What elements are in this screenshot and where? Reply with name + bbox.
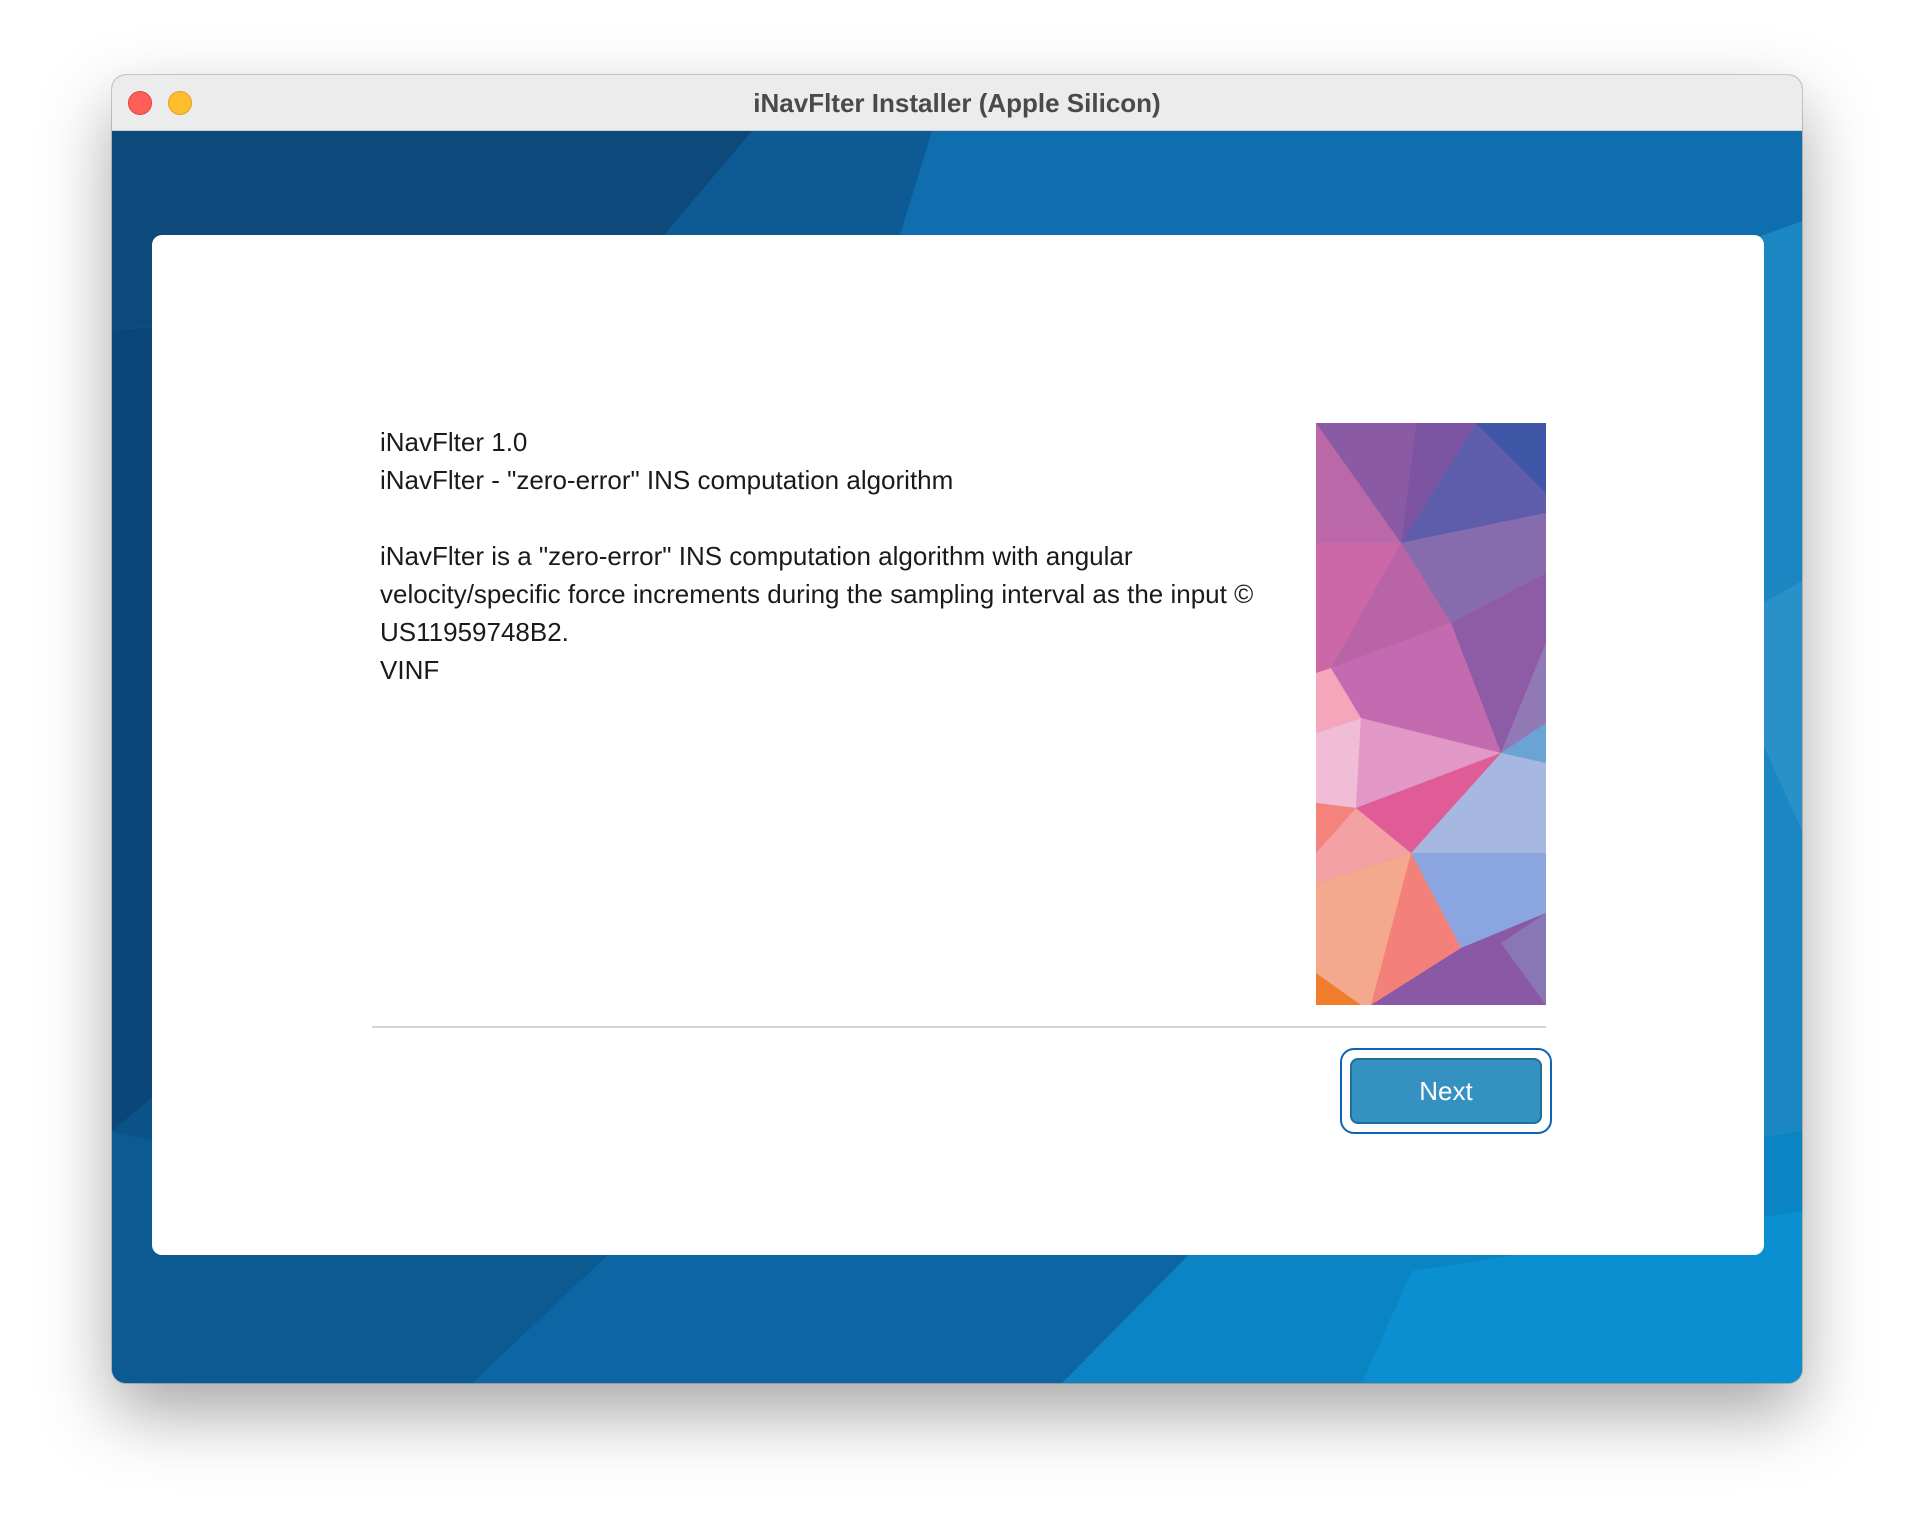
description-text: iNavFlter 1.0 iNavFlter - "zero-error" I… bbox=[380, 423, 1260, 689]
next-button[interactable]: Next bbox=[1350, 1058, 1542, 1124]
description-line-2: velocity/specific force increments durin… bbox=[380, 579, 1254, 609]
installer-window: iNavFlter Installer (Apple Silicon) iNav… bbox=[112, 75, 1802, 1383]
content-panel: iNavFlter 1.0 iNavFlter - "zero-error" I… bbox=[152, 235, 1764, 1255]
window-title: iNavFlter Installer (Apple Silicon) bbox=[753, 88, 1161, 118]
product-tagline: iNavFlter - "zero-error" INS computation… bbox=[380, 465, 954, 495]
vendor-name: VINF bbox=[380, 655, 440, 685]
separator bbox=[372, 1026, 1546, 1028]
title-bar[interactable]: iNavFlter Installer (Apple Silicon) bbox=[112, 75, 1802, 131]
polygon-art bbox=[1316, 423, 1546, 1005]
description-line-1: iNavFlter is a "zero-error" INS computat… bbox=[380, 541, 1133, 571]
description-line-3: US11959748B2. bbox=[380, 617, 569, 647]
product-version: iNavFlter 1.0 bbox=[380, 427, 528, 457]
